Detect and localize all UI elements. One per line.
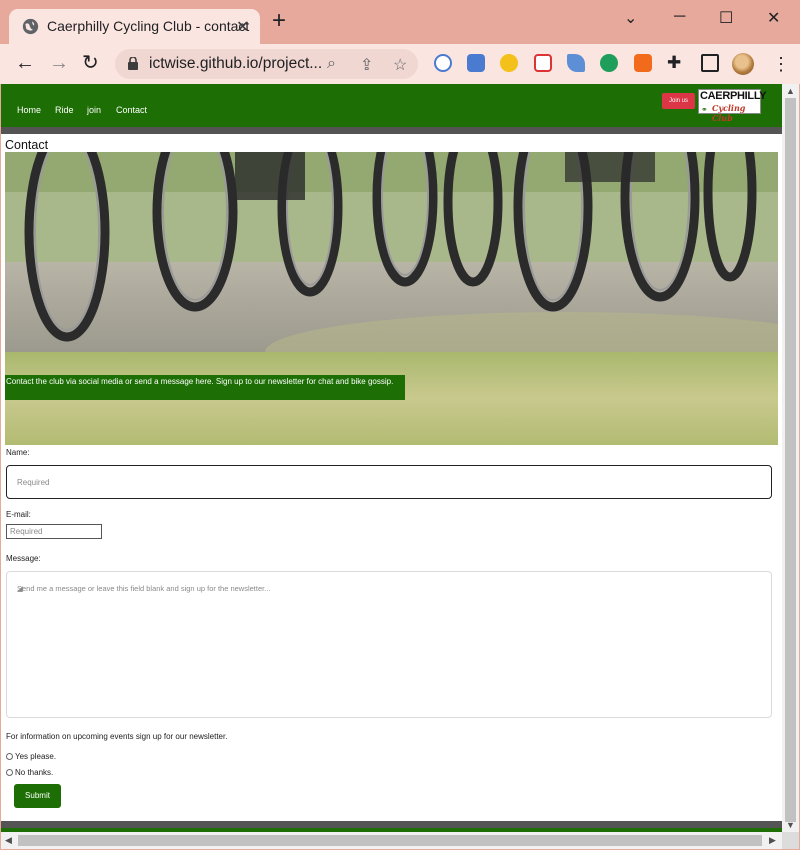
reload-button[interactable]: ↻ xyxy=(82,53,99,73)
scrollbar-corner xyxy=(782,832,799,849)
scroll-left-icon[interactable]: ◀ xyxy=(5,835,12,846)
radio-button-yes[interactable] xyxy=(6,753,13,760)
zoom-icon[interactable]: ⌕ xyxy=(327,55,336,73)
tab-strip: Caerphilly Cycling Club - contact ✕ + ⌄ … xyxy=(0,0,800,44)
address-bar[interactable]: ictwise.github.io/project... ⌕ ⇪ ☆ xyxy=(115,49,418,79)
horizontal-scroll-thumb[interactable] xyxy=(18,835,762,846)
nav-link-home[interactable]: Home xyxy=(17,105,41,115)
horizontal-scrollbar[interactable]: ◀ ▶ xyxy=(1,832,782,849)
name-input[interactable]: Required xyxy=(6,465,772,499)
minimize-button[interactable]: ─ xyxy=(674,8,685,26)
chevron-down-icon[interactable]: ⌄ xyxy=(624,8,637,28)
email-placeholder: Required xyxy=(10,527,43,536)
email-label: E-mail: xyxy=(6,510,31,519)
message-textarea[interactable]: Send me a message or leave this field bl… xyxy=(6,571,772,718)
scroll-right-icon[interactable]: ▶ xyxy=(769,835,776,846)
puzzle-icon[interactable]: ✚ xyxy=(667,53,681,73)
more-menu-icon[interactable]: ⋮ xyxy=(772,54,790,75)
join-us-button[interactable]: Join us xyxy=(662,93,695,109)
nav-divider xyxy=(1,127,782,134)
submit-button[interactable]: Submit xyxy=(14,784,61,808)
back-button[interactable]: ← xyxy=(15,53,35,73)
tab-active[interactable]: Caerphilly Cycling Club - contact ✕ xyxy=(9,9,260,44)
sidepanel-icon[interactable] xyxy=(701,54,719,72)
pocket-icon[interactable] xyxy=(534,54,552,72)
message-label: Message: xyxy=(6,554,41,563)
close-tab-icon[interactable]: ✕ xyxy=(236,17,249,37)
hero-caption: Contact the club via social media or sen… xyxy=(5,375,405,400)
hero-image: Contact the club via social media or sen… xyxy=(5,152,778,445)
nav-link-contact[interactable]: Contact xyxy=(116,105,147,115)
url-text: ictwise.github.io/project... xyxy=(149,55,323,72)
lock-icon[interactable] xyxy=(128,57,138,70)
resize-handle-icon[interactable]: ◢ xyxy=(17,584,769,716)
tab-title: Caerphilly Cycling Club - contact xyxy=(47,18,250,34)
forward-button[interactable]: → xyxy=(49,53,69,73)
translate-icon[interactable] xyxy=(434,54,452,72)
globe-icon xyxy=(22,18,39,35)
site-navbar: Home Ride join Contact Join us CAERPHILL… xyxy=(1,84,782,127)
security-icon[interactable] xyxy=(634,54,652,72)
bookmark-star-icon[interactable]: ☆ xyxy=(393,55,407,75)
name-label: Name: xyxy=(6,448,30,457)
name-placeholder: Required xyxy=(17,478,50,487)
share-icon[interactable]: ⇪ xyxy=(360,55,373,75)
media-icon[interactable] xyxy=(500,54,518,72)
scroll-up-icon[interactable]: ▲ xyxy=(786,86,795,96)
club-logo[interactable]: CAERPHILLY ⚭ Cycling Club xyxy=(698,89,767,123)
browser-toolbar: ← → ↻ ictwise.github.io/project... ⌕ ⇪ ☆… xyxy=(0,44,800,84)
google-translate-icon[interactable] xyxy=(467,54,485,72)
nav-link-ride[interactable]: Ride xyxy=(55,105,74,115)
feather-icon[interactable] xyxy=(567,54,585,72)
nav-link-join[interactable]: join xyxy=(87,105,101,115)
scroll-down-icon[interactable]: ▼ xyxy=(786,820,795,830)
logo-text-bottom: Cycling Club xyxy=(712,103,746,123)
radio-label-yes: Yes please. xyxy=(15,752,57,761)
maximize-button[interactable]: ☐ xyxy=(719,8,733,28)
radio-label-no: No thanks. xyxy=(15,768,54,777)
page-viewport: Home Ride join Contact Join us CAERPHILL… xyxy=(1,84,782,832)
page-title: Contact xyxy=(5,138,49,152)
email-field[interactable]: Required xyxy=(6,524,102,539)
sheets-icon[interactable] xyxy=(600,54,618,72)
avatar[interactable] xyxy=(732,53,754,75)
browser-window: Caerphilly Cycling Club - contact ✕ + ⌄ … xyxy=(0,0,800,850)
vertical-scroll-thumb[interactable] xyxy=(785,98,796,822)
close-window-button[interactable]: ✕ xyxy=(767,8,780,28)
bicycle-wheels-illustration xyxy=(5,152,778,445)
vertical-scrollbar[interactable]: ▲ ▼ xyxy=(782,84,799,832)
bicycle-icon: ⚭ xyxy=(701,105,708,114)
radio-button-no[interactable] xyxy=(6,769,13,776)
new-tab-button[interactable]: + xyxy=(272,9,286,33)
logo-text-top: CAERPHILLY xyxy=(700,90,767,102)
newsletter-prompt: For information on upcoming events sign … xyxy=(6,732,228,741)
